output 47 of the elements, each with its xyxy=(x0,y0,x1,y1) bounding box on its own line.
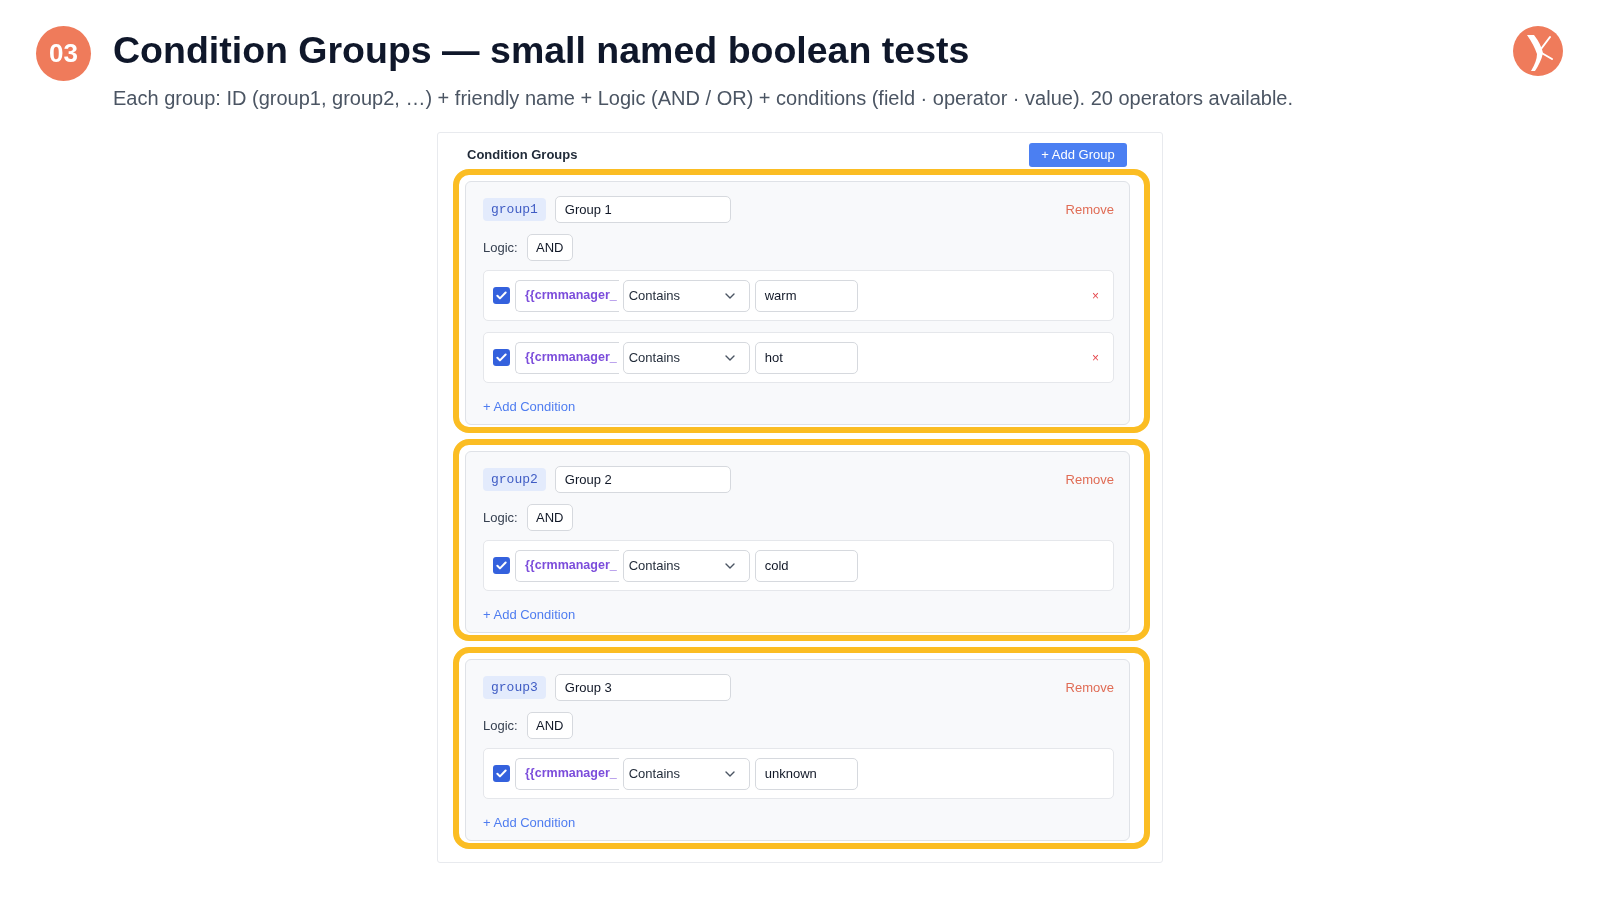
logic-label: Logic: xyxy=(483,238,518,257)
add-group-button[interactable]: + Add Group xyxy=(1029,143,1127,167)
operator-select[interactable]: Contains xyxy=(622,549,750,582)
checkbox[interactable] xyxy=(493,349,510,366)
group-id-tag: group3 xyxy=(483,676,546,699)
checkmark-icon xyxy=(496,768,507,779)
remove-condition-button[interactable]: × xyxy=(1092,351,1099,364)
group-name-input[interactable]: Group 3 xyxy=(554,674,731,701)
value-input[interactable]: hot xyxy=(754,341,858,374)
add-condition-link[interactable]: + Add Condition xyxy=(483,607,576,623)
checkmark-icon xyxy=(496,290,507,301)
slide-subtitle: Each group: ID (group1, group2, …) + friendly name + Logic (AND / OR) + conditions (field · operator · value). 20 operators available. xyxy=(113,86,1294,110)
checkbox[interactable] xyxy=(493,765,510,782)
field-input[interactable]: {{crmmanager_ xyxy=(515,757,619,790)
logic-label: Logic: xyxy=(483,508,518,527)
slide-title: Condition Groups — small named boolean tests xyxy=(113,29,971,72)
checkmark-icon xyxy=(496,352,507,363)
add-condition-link[interactable]: + Add Condition xyxy=(483,399,576,415)
checkmark-icon xyxy=(496,560,507,571)
chevron-down-icon xyxy=(724,562,735,569)
group-id-tag: group1 xyxy=(483,198,546,221)
field-input[interactable]: {{crmmanager_ xyxy=(515,549,619,582)
chevron-down-icon xyxy=(724,292,735,299)
group-name-input[interactable]: Group 2 xyxy=(554,466,731,493)
logic-label: Logic: xyxy=(483,716,518,735)
field-input[interactable]: {{crmmanager_ xyxy=(515,341,619,374)
value-input[interactable]: unknown xyxy=(754,757,858,790)
panel-title: Condition Groups xyxy=(467,146,578,165)
operator-select[interactable]: Contains xyxy=(622,757,750,790)
group-name-input[interactable]: Group 1 xyxy=(554,196,731,223)
step-number-badge: 03 xyxy=(36,26,91,81)
logic-select[interactable]: AND xyxy=(526,712,573,739)
logic-select[interactable]: AND xyxy=(526,504,573,531)
checkbox[interactable] xyxy=(493,557,510,574)
group-id-tag: group2 xyxy=(483,468,546,491)
logo-icon xyxy=(1513,26,1563,76)
value-input[interactable]: warm xyxy=(754,279,858,312)
checkbox[interactable] xyxy=(493,287,510,304)
chevron-down-icon xyxy=(724,770,735,777)
operator-select[interactable]: Contains xyxy=(622,341,750,374)
chevron-down-icon xyxy=(724,354,735,361)
remove-condition-button[interactable]: × xyxy=(1092,289,1099,302)
operator-select[interactable]: Contains xyxy=(622,279,750,312)
add-condition-link[interactable]: + Add Condition xyxy=(483,815,576,831)
logic-select[interactable]: AND xyxy=(526,234,573,261)
field-input[interactable]: {{crmmanager_ xyxy=(515,279,619,312)
value-input[interactable]: cold xyxy=(754,549,858,582)
